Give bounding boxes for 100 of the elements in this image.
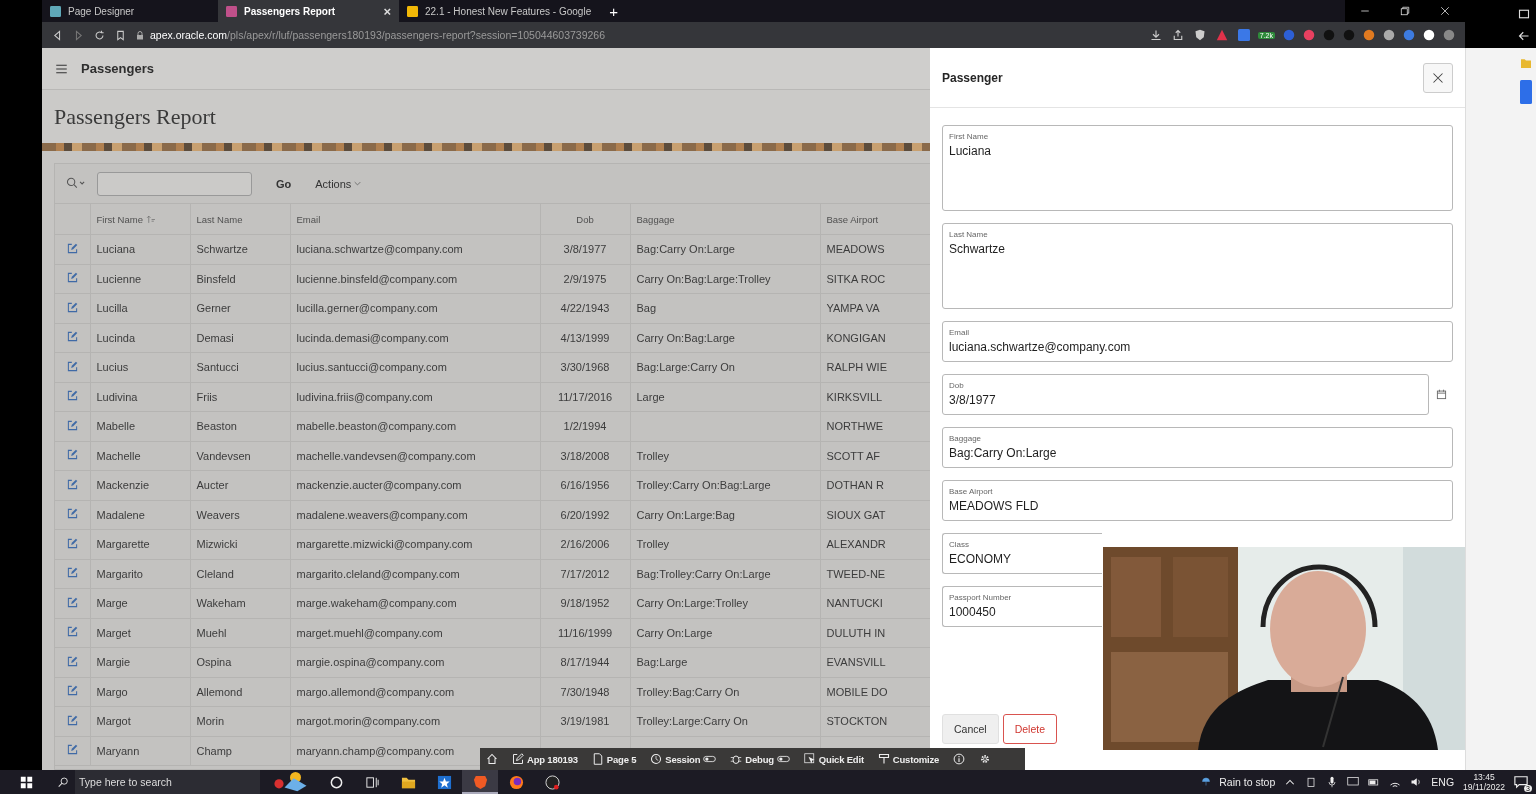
share-icon[interactable] [1171, 29, 1184, 41]
record-icon[interactable] [544, 774, 560, 790]
search-field[interactable]: Type here to search [75, 770, 260, 794]
microphone-icon[interactable] [1326, 776, 1339, 788]
search-icon[interactable] [65, 177, 87, 190]
edit-icon[interactable] [66, 685, 78, 697]
column-header[interactable]: Last Name [196, 213, 243, 225]
toggle-icon[interactable] [703, 755, 717, 763]
cancel-button[interactable]: Cancel [942, 714, 999, 744]
toolbar-link[interactable]: App 180193 [512, 753, 578, 765]
column-header[interactable]: Baggage [636, 213, 675, 225]
table-cell: Maryann [96, 744, 140, 757]
triangle-icon[interactable] [1215, 29, 1228, 41]
edit-icon[interactable] [66, 449, 78, 461]
notification-icon[interactable] [1514, 775, 1528, 789]
table-cell: Carry On:Large [636, 626, 713, 639]
edit-icon[interactable] [66, 626, 78, 638]
edit-icon[interactable] [66, 596, 78, 608]
back-icon[interactable] [1518, 30, 1530, 42]
table-cell: luciana.schwartze@company.com [296, 243, 463, 256]
table-cell: Trolley:Large:Carry On [636, 715, 748, 728]
window-icon[interactable] [1518, 8, 1530, 20]
field-value: MEADOWS FLD [949, 499, 1040, 513]
edit-icon[interactable] [66, 567, 78, 579]
table-cell: 3/30/1968 [560, 361, 610, 374]
bug-icon [730, 753, 743, 765]
display-icon[interactable] [1347, 776, 1360, 788]
clock[interactable]: 13:45 19/11/2022 [1463, 772, 1505, 792]
search-field[interactable] [97, 171, 252, 196]
column-header[interactable]: Base Airport [826, 213, 879, 225]
edit-icon[interactable] [66, 478, 78, 490]
firefox-icon[interactable] [508, 774, 524, 790]
battery-icon[interactable] [1368, 776, 1381, 788]
reload-icon[interactable] [94, 29, 105, 41]
browser-tab[interactable]: Page Designer [42, 0, 218, 22]
table-cell: Margarito [96, 567, 143, 580]
toolbar-link[interactable]: Customize [877, 753, 940, 765]
field-value: 3/8/1977 [949, 393, 997, 407]
address-bar[interactable]: apex.oracle.com/pls/apex/r/luf/passengers180193/passengers-report?session=105044603739266 [136, 29, 1140, 41]
field-label: Dob [949, 381, 965, 390]
table-cell: EVANSVILL [826, 656, 886, 669]
star-icon[interactable] [436, 774, 452, 790]
toolbar-link[interactable]: Page 5 [591, 753, 637, 765]
info-icon[interactable] [953, 753, 966, 765]
download-icon[interactable] [1149, 29, 1162, 41]
edit-icon[interactable] [66, 419, 78, 431]
shield-icon[interactable] [1193, 29, 1206, 41]
bookmark-icon[interactable] [115, 29, 126, 41]
home-icon[interactable] [486, 753, 498, 765]
edit-icon[interactable] [66, 301, 78, 313]
volume-icon[interactable] [1410, 776, 1423, 788]
actions-menu[interactable]: Actions [315, 177, 362, 190]
toolbar-link[interactable]: Quick Edit [803, 753, 864, 765]
settings-icon[interactable] [979, 753, 992, 765]
input-field[interactable]: Base Airport MEADOWS FLD [942, 480, 1453, 521]
delete-button[interactable]: Delete [1002, 714, 1058, 744]
windows-icon[interactable] [19, 775, 33, 789]
edit-icon[interactable] [66, 508, 78, 520]
table-cell: margarito.cleland@company.com [296, 567, 460, 580]
input-field[interactable]: First Name Luciana [942, 125, 1453, 211]
restore-icon[interactable] [1399, 5, 1411, 17]
edit-icon[interactable] [66, 331, 78, 343]
input-field[interactable]: Class ECONOMY [942, 533, 1102, 574]
close-icon[interactable] [1432, 71, 1444, 84]
task-view-icon[interactable] [364, 774, 380, 790]
forward-icon[interactable] [73, 29, 84, 41]
input-field[interactable]: Email luciana.schwartze@company.com [942, 321, 1453, 362]
extension-icon[interactable] [1383, 29, 1395, 41]
toolbar-link[interactable]: Session [650, 753, 717, 765]
browser-tab[interactable]: Passengers Report × [218, 0, 399, 22]
edit-icon[interactable] [66, 744, 78, 756]
edit-icon[interactable] [66, 537, 78, 549]
edit-icon[interactable] [66, 360, 78, 372]
edit-icon[interactable] [66, 714, 78, 726]
edit-icon[interactable] [66, 390, 78, 402]
input-field[interactable]: Passport Number 1000450 [942, 586, 1102, 627]
browser-tab[interactable]: 22.1 - Honest New Features - Google [399, 0, 600, 22]
column-header[interactable]: Dob [576, 213, 594, 225]
input-field[interactable]: Dob 3/8/1977 [942, 374, 1429, 415]
menu-icon[interactable] [54, 62, 69, 75]
table-cell: 7/30/1948 [560, 685, 610, 698]
column-header[interactable]: First Name [96, 213, 156, 225]
new-tab-button[interactable]: + [599, 0, 628, 22]
toolbar-link[interactable]: Debug [730, 753, 790, 765]
extension-icon[interactable] [1423, 29, 1435, 41]
go-button[interactable]: Go [262, 177, 306, 190]
table-cell: Marge [96, 597, 128, 610]
toggle-icon[interactable] [776, 755, 790, 763]
back-icon[interactable] [52, 29, 63, 41]
calendar-icon[interactable] [1435, 389, 1447, 400]
input-field[interactable]: Baggage Bag:Carry On:Large [942, 427, 1453, 468]
edit-icon[interactable] [66, 272, 78, 284]
edit-icon[interactable] [66, 242, 78, 254]
language-indicator[interactable]: ENG [1431, 776, 1455, 788]
column-header[interactable]: Email [296, 213, 321, 225]
edit-icon[interactable] [66, 655, 78, 667]
close-tab-button[interactable]: × [383, 3, 391, 19]
input-field[interactable]: Last Name Schwartze [942, 223, 1453, 309]
table-cell: 7/17/2012 [560, 567, 610, 580]
weather-text[interactable]: Rain to stop [1219, 776, 1276, 788]
